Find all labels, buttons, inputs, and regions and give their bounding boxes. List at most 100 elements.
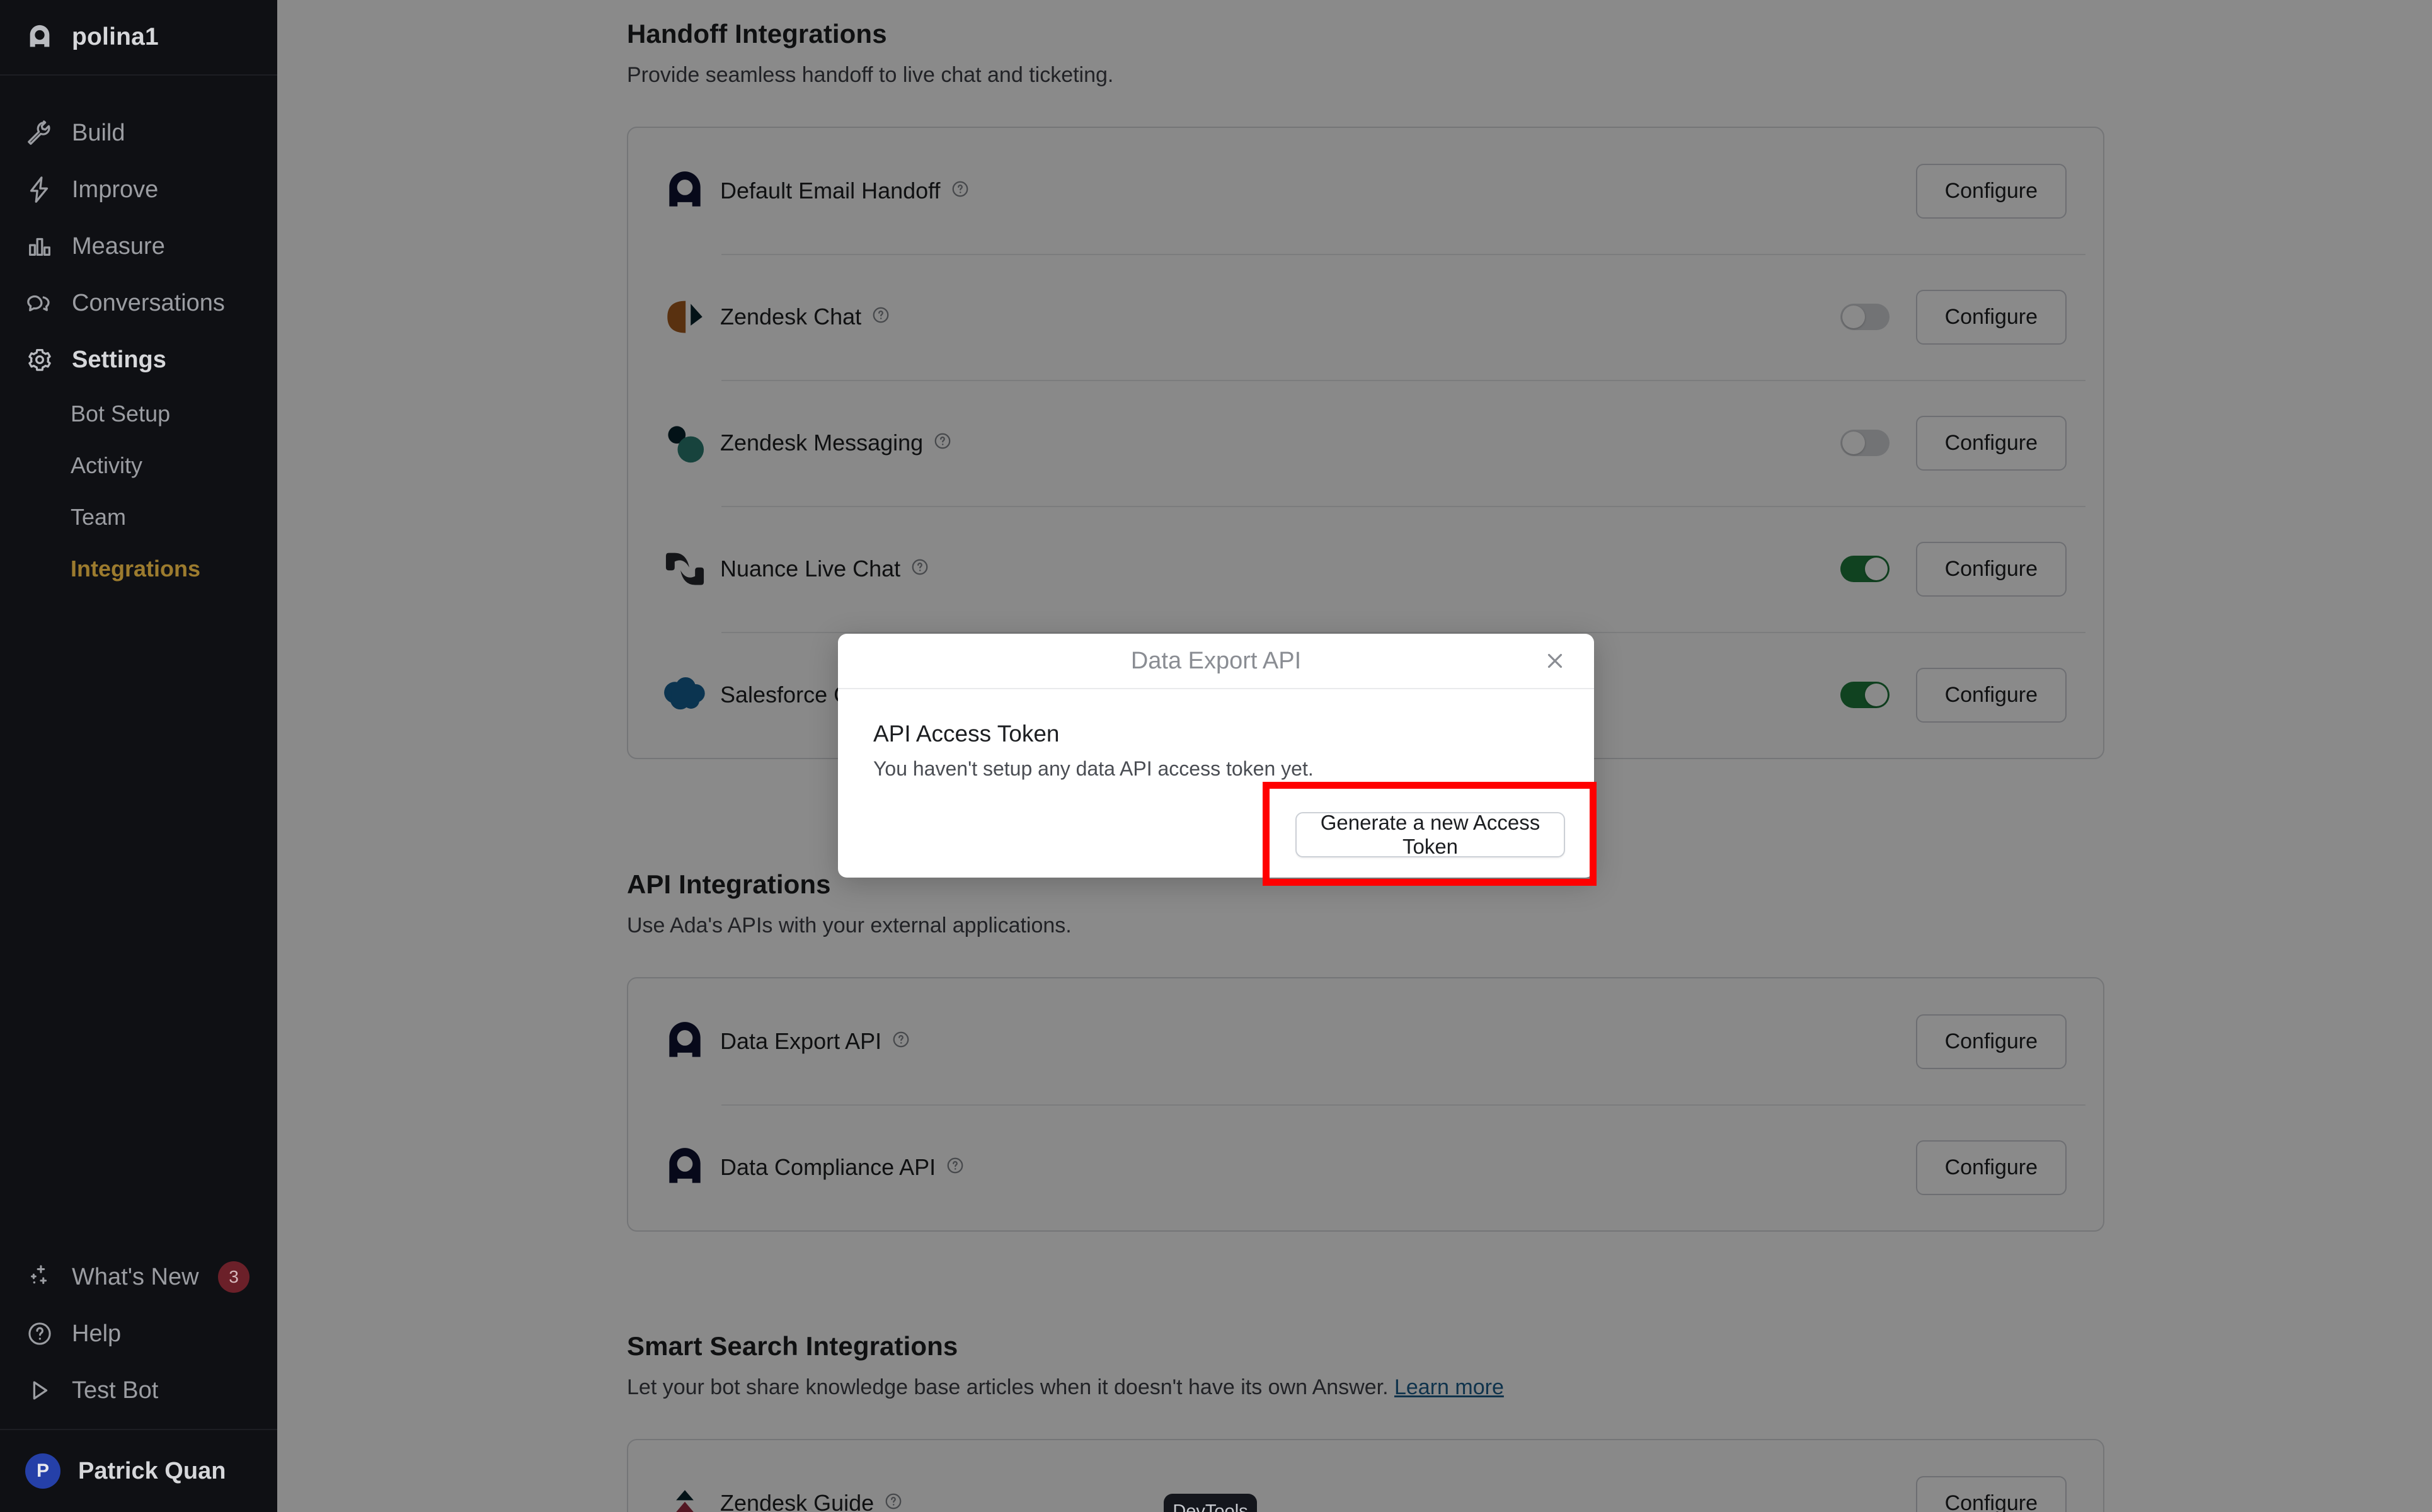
question-circle-icon[interactable] [951,178,970,204]
sidebar-item-label: Conversations [72,289,225,316]
integration-toggle[interactable] [1840,556,1890,582]
sparkles-icon [25,1263,54,1292]
generate-access-token-button[interactable]: Generate a new Access Token [1295,811,1565,858]
modal-body: API Access Token You haven't setup any d… [838,689,1594,781]
configure-button[interactable]: Configure [1915,1140,2067,1195]
integration-label: Data Compliance API [720,1154,936,1180]
salesforce-cloud-icon [650,675,720,714]
question-circle-icon[interactable] [946,1154,965,1181]
ada-logo-icon [25,23,54,52]
sidebar-item-team[interactable]: Team [0,491,277,543]
section-subtitle: Let your bot share knowledge base articl… [627,1375,2104,1400]
integration-label: Default Email Handoff [720,178,941,203]
api-integrations-card: Data Export API Configure Data Complianc… [627,977,2104,1232]
configure-button[interactable]: Configure [1915,1014,2067,1069]
sidebar-item-settings[interactable]: Settings [0,331,277,388]
chat-bubbles-icon [25,289,54,318]
configure-button[interactable]: Configure [1915,163,2067,219]
section-title: Handoff Integrations [627,19,887,49]
bar-chart-icon [25,232,54,261]
configure-button[interactable]: Configure [1915,667,2067,723]
question-circle-icon [25,1319,54,1348]
integration-toggle[interactable] [1840,430,1890,456]
section-subtitle-text: Let your bot share knowledge base articl… [627,1375,1389,1399]
table-row: Data Compliance API Configure [628,1104,2103,1230]
nuance-icon [650,546,720,592]
sidebar-brand[interactable]: polina1 [0,0,277,76]
integration-toggle[interactable] [1840,682,1890,708]
section-subtitle: Provide seamless handoff to live chat an… [627,63,1114,87]
question-circle-icon[interactable] [871,304,890,330]
configure-button[interactable]: Configure [1915,289,2067,345]
section-subtitle: Use Ada's APIs with your external applic… [627,914,1072,937]
toggle-knob [1842,306,1865,328]
section-title: Smart Search Integrations [627,1331,958,1361]
workspace-name: polina1 [72,23,159,50]
sidebar-item-conversations[interactable]: Conversations [0,275,277,331]
sidebar-subitem-label: Team [71,504,127,530]
lightning-icon [25,175,54,204]
modal-title: Data Export API [1130,647,1302,674]
sidebar-item-label: Build [72,119,125,146]
table-row: Zendesk Guide Configure [628,1440,2103,1512]
zendesk-messaging-icon [650,420,720,466]
question-circle-icon[interactable] [884,1490,903,1512]
avatar: P [25,1453,60,1489]
integration-label: Nuance Live Chat [720,556,901,581]
sidebar-item-label: Help [72,1320,122,1347]
configure-button[interactable]: Configure [1915,1475,2067,1512]
integration-label: Data Export API [720,1028,882,1054]
question-circle-icon[interactable] [892,1028,910,1055]
integration-label-wrap: Default Email Handoff [720,178,970,204]
whats-new-badge: 3 [218,1261,250,1293]
configure-button[interactable]: Configure [1915,415,2067,471]
sidebar-item-label: What's New [72,1263,199,1290]
devtools-tab[interactable]: DevTools [1164,1494,1257,1512]
sidebar-bottom-nav: What's New 3 Help Test Bot [0,1249,277,1429]
integration-label-wrap: Nuance Live Chat [720,556,929,582]
sidebar-subitem-label: Activity [71,452,143,478]
api-access-token-heading: API Access Token [873,721,1060,747]
ada-logo-icon [650,1018,720,1065]
question-circle-icon[interactable] [910,556,929,582]
toggle-knob [1864,558,1888,580]
ada-logo-icon [650,1144,720,1191]
learn-more-link[interactable]: Learn more [1394,1375,1504,1399]
modal-header: Data Export API [838,634,1594,689]
sidebar-item-whats-new[interactable]: What's New 3 [0,1249,277,1305]
configure-button[interactable]: Configure [1915,541,2067,597]
sidebar-item-label: Test Bot [72,1377,159,1404]
integration-label: Zendesk Guide [720,1490,875,1512]
sidebar-item-bot-setup[interactable]: Bot Setup [0,388,277,440]
devtools-label: DevTools [1173,1501,1248,1512]
ada-logo-icon [650,168,720,214]
sidebar-item-label: Improve [72,176,159,203]
sidebar-user-profile[interactable]: P Patrick Quan [0,1429,277,1512]
close-icon[interactable] [1541,647,1569,675]
table-row: Default Email Handoff Configure [628,128,2103,254]
integration-toggle[interactable] [1840,304,1890,330]
sidebar-subitem-label: Integrations [71,556,201,581]
sidebar-item-label: Settings [72,346,166,373]
sidebar-item-improve[interactable]: Improve [0,161,277,218]
integration-label: Zendesk Chat [720,304,862,329]
sidebar-item-label: Measure [72,232,165,260]
table-row: Nuance Live Chat Configure [628,506,2103,632]
sidebar-item-integrations[interactable]: Integrations [0,543,277,595]
integration-label-wrap: Zendesk Guide [720,1490,903,1512]
table-row: Zendesk Chat Configure [628,254,2103,380]
sidebar-subitem-label: Bot Setup [71,401,171,427]
section-smart-search-integrations: Smart Search Integrations Let your bot s… [277,1232,2432,1512]
sidebar-item-activity[interactable]: Activity [0,440,277,491]
sidebar-item-test-bot[interactable]: Test Bot [0,1362,277,1419]
user-name: Patrick Quan [78,1457,226,1484]
sidebar-item-help[interactable]: Help [0,1305,277,1362]
integration-label-wrap: Data Compliance API [720,1154,965,1181]
play-icon [25,1376,54,1405]
sidebar-item-build[interactable]: Build [0,105,277,161]
sidebar-nav: Build Improve Measure Conversations Sett… [0,76,277,595]
question-circle-icon[interactable] [933,430,952,456]
sidebar-item-measure[interactable]: Measure [0,218,277,275]
toggle-knob [1842,432,1865,454]
